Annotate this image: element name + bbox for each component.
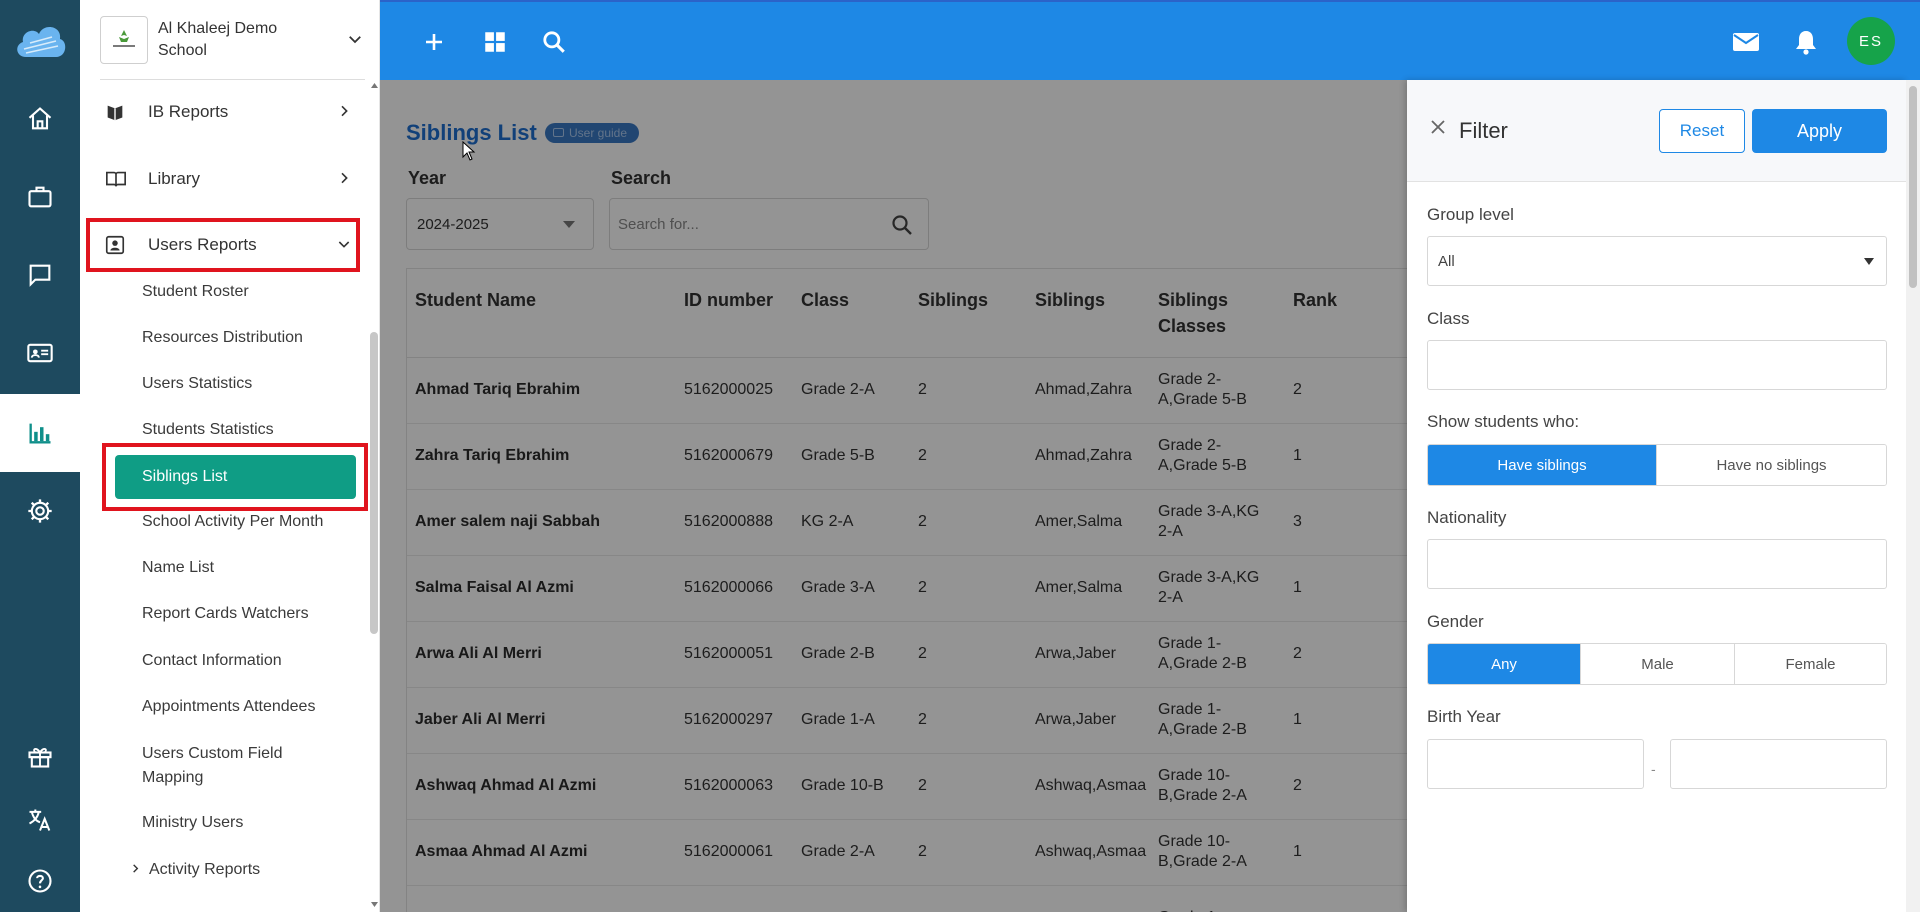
subitem-users-custom-field-mapping[interactable]: Users Custom Field Mapping (142, 742, 322, 790)
subitem-name-list[interactable]: Name List (142, 557, 214, 579)
birth-year-to-input[interactable] (1670, 739, 1887, 789)
gender-toggle: Any Male Female (1427, 643, 1887, 685)
plus-icon[interactable] (418, 26, 450, 58)
divider (100, 79, 365, 80)
group-level-label: Group level (1427, 205, 1514, 224)
gender-female-option[interactable]: Female (1735, 644, 1886, 684)
group-level-select[interactable]: All (1427, 236, 1887, 286)
sidebar-scroll-thumb[interactable] (370, 332, 378, 634)
icon-rail (0, 0, 80, 912)
cloud-logo-icon[interactable] (0, 0, 80, 80)
filter-scrollbar[interactable] (1906, 80, 1920, 912)
subitem-activity-reports[interactable]: Activity Reports (130, 859, 260, 881)
filter-title: Filter (1459, 118, 1508, 143)
book-icon (104, 101, 132, 123)
top-bar (380, 0, 1920, 80)
nationality-input[interactable] (1427, 539, 1887, 589)
school-selector[interactable]: Al Khaleej Demo School (100, 16, 370, 64)
nav-library[interactable]: Library (100, 156, 360, 202)
subitem-students-statistics[interactable]: Students Statistics (142, 419, 274, 441)
reports-chart-icon[interactable] (0, 394, 80, 472)
chevron-down-icon (336, 236, 352, 257)
show-students-label: Show students who: (1427, 412, 1580, 431)
chevron-down-icon[interactable] (346, 30, 364, 53)
have-no-siblings-option[interactable]: Have no siblings (1657, 445, 1886, 485)
class-label: Class (1427, 309, 1470, 328)
school-logo-icon (100, 16, 148, 64)
nav-label: IB Reports (148, 102, 229, 121)
bell-icon[interactable] (1790, 26, 1822, 58)
birth-year-from-input[interactable] (1427, 739, 1644, 789)
nav-users-reports[interactable]: Users Reports (100, 222, 360, 268)
subitem-appointments-attendees[interactable]: Appointments Attendees (142, 696, 315, 718)
birth-year-separator: - (1651, 761, 1656, 777)
subitem-ministry-users[interactable]: Ministry Users (142, 812, 243, 834)
reset-button[interactable]: Reset (1659, 109, 1745, 153)
user-badge-icon (104, 234, 132, 256)
filter-panel: Filter Reset Apply Group level All Class… (1407, 80, 1907, 912)
open-book-icon (104, 168, 132, 190)
nav-ib-reports[interactable]: IB Reports (100, 89, 360, 135)
avatar[interactable]: ES (1847, 17, 1895, 65)
gender-any-option[interactable]: Any (1428, 644, 1581, 684)
caret-down-icon (1864, 258, 1874, 265)
birth-year-label: Birth Year (1427, 707, 1501, 726)
subitem-contact-information[interactable]: Contact Information (142, 650, 282, 672)
help-icon[interactable] (0, 842, 80, 912)
modal-backdrop[interactable] (380, 80, 1408, 912)
mouse-cursor-icon (462, 140, 476, 166)
subitem-siblings-list[interactable]: Siblings List (115, 455, 356, 499)
siblings-toggle: Have siblings Have no siblings (1427, 444, 1887, 486)
close-icon[interactable] (1429, 118, 1447, 141)
chat-icon[interactable] (0, 236, 80, 314)
apply-button[interactable]: Apply (1752, 109, 1887, 153)
mail-icon[interactable] (1730, 26, 1762, 58)
grid-icon[interactable] (479, 26, 511, 58)
subitem-users-statistics[interactable]: Users Statistics (142, 373, 252, 395)
nav-label: Library (148, 169, 200, 188)
id-card-icon[interactable] (0, 314, 80, 392)
settings-gear-icon[interactable] (0, 472, 80, 550)
search-icon[interactable] (538, 26, 570, 58)
gender-label: Gender (1427, 612, 1484, 631)
subitem-student-roster[interactable]: Student Roster (142, 281, 249, 303)
sidebar: Al Khaleej Demo School IB Reports Librar… (80, 0, 380, 912)
gender-male-option[interactable]: Male (1581, 644, 1735, 684)
school-name: Al Khaleej Demo School (158, 20, 278, 59)
chevron-right-icon (336, 170, 352, 191)
subitem-resources-distribution[interactable]: Resources Distribution (142, 327, 303, 349)
class-input[interactable] (1427, 340, 1887, 390)
subitem-school-activity[interactable]: School Activity Per Month (142, 511, 323, 533)
chevron-right-icon (336, 103, 352, 124)
group-level-value: All (1438, 252, 1455, 270)
subitem-report-cards-watchers[interactable]: Report Cards Watchers (142, 603, 309, 625)
nationality-label: Nationality (1427, 508, 1507, 527)
filter-scroll-thumb[interactable] (1909, 86, 1917, 288)
subitem-label: Activity Reports (149, 861, 261, 878)
home-icon[interactable] (0, 80, 80, 158)
nav-label: Users Reports (148, 235, 257, 254)
chevron-right-icon (130, 859, 141, 881)
have-siblings-option[interactable]: Have siblings (1428, 445, 1657, 485)
filter-header: Filter Reset Apply (1407, 80, 1907, 182)
briefcase-icon[interactable] (0, 158, 80, 236)
